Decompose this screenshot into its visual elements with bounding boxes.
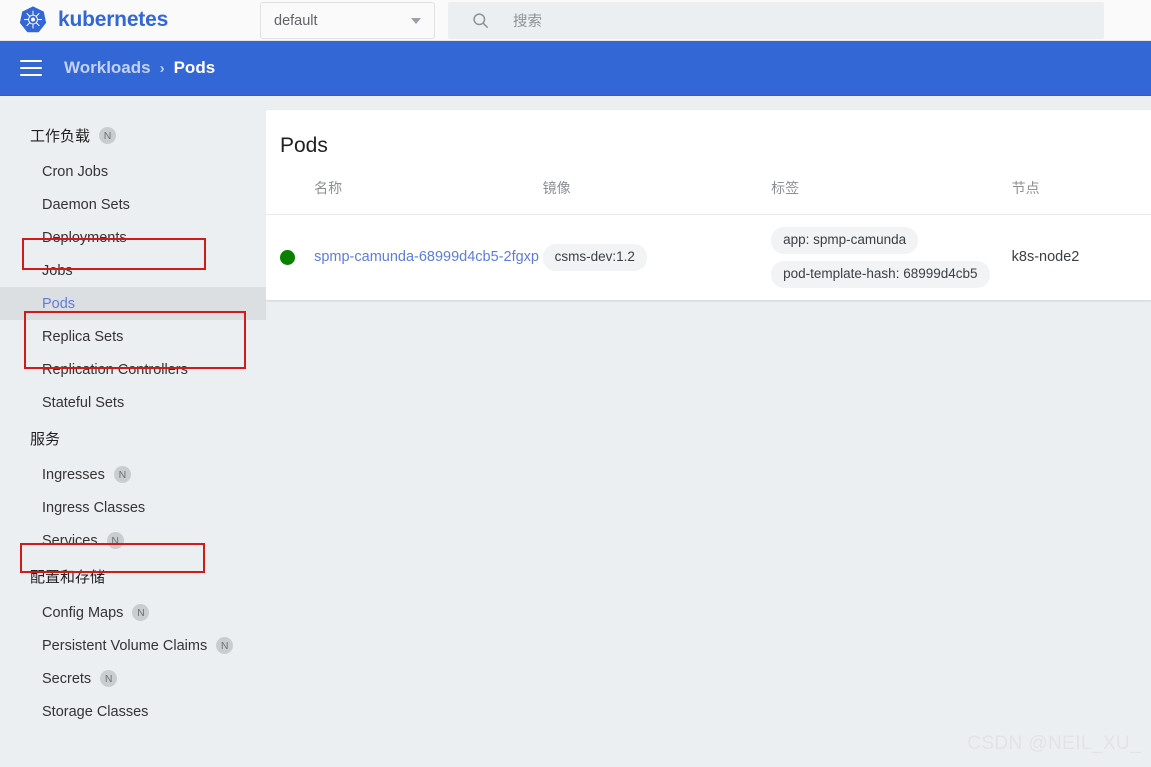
name-cell: spmp-camunda-68999d4cb5-2fgxp	[314, 215, 543, 300]
namespaced-badge: N	[216, 637, 234, 654]
sidebar-item-replication-controllers[interactable]: Replication Controllers	[0, 353, 266, 386]
sidebar-item-label: Pods	[42, 295, 76, 312]
chevron-right-icon: ›	[159, 59, 165, 77]
sidebar-item-ingress-classes[interactable]: Ingress Classes	[0, 491, 266, 524]
pod-name-link[interactable]: spmp-camunda-68999d4cb5-2fgxp	[314, 249, 539, 265]
brand-name: kubernetes	[58, 8, 169, 31]
labels-cell: app: spmp-camunda pod-template-hash: 6899…	[771, 215, 1012, 300]
column-header-name: 名称	[314, 178, 543, 215]
sidebar-item-label: Storage Classes	[42, 703, 149, 720]
nav-group-label: 配置和存储	[30, 569, 106, 586]
search-placeholder: 搜索	[513, 14, 542, 30]
column-header-image: 镜像	[542, 178, 772, 215]
sidebar-item-label: Jobs	[42, 262, 73, 279]
nav-group-label: 服务	[30, 431, 61, 448]
namespaced-badge: N	[106, 532, 124, 549]
pods-table: 名称 镜像 标签 节点 spmp-camunda-68999d4cb5-2fgx…	[266, 178, 1151, 300]
sidebar-item-storage-classes[interactable]: Storage Classes	[0, 695, 266, 728]
sidebar-item-replica-sets[interactable]: Replica Sets	[0, 320, 266, 353]
table-row[interactable]: spmp-camunda-68999d4cb5-2fgxp csms-dev:1.…	[266, 215, 1151, 300]
top-bar: kubernetes default 搜索	[0, 0, 1151, 41]
table-header-row: 名称 镜像 标签 节点	[266, 178, 1151, 215]
namespaced-badge: N	[113, 466, 131, 483]
pods-card: Pods 名称 镜像 标签 节点 spmp-camunda-68999d4cb5…	[266, 110, 1151, 300]
search-icon	[473, 13, 488, 28]
sidebar-item-label: Deployments	[42, 229, 127, 246]
sidebar-item-label: Cron Jobs	[42, 163, 109, 180]
sidebar-item-cron-jobs[interactable]: Cron Jobs	[0, 155, 266, 188]
nav-group-title: 服务	[0, 419, 266, 458]
namespace-value: default	[274, 12, 318, 29]
column-header-labels: 标签	[771, 178, 1012, 215]
sidebar-item-label: Config Maps	[42, 604, 124, 621]
sidebar: 工作负载 N Cron Jobs Daemon Sets Deployments Jobs…	[0, 96, 266, 767]
sidebar-item-label: Persistent Volume Claims	[42, 637, 208, 654]
sidebar-item-label: Replication Controllers	[42, 361, 188, 378]
label-chip: app: spmp-camunda	[771, 227, 919, 254]
nav-group-title: 配置和存储	[0, 557, 266, 596]
sidebar-item-persistent-volume-claims[interactable]: Persistent Volume Claims N	[0, 629, 266, 662]
sidebar-item-label: Ingress Classes	[42, 499, 146, 516]
node-cell: k8s-node2	[1012, 215, 1151, 300]
sidebar-item-label: Secrets	[42, 670, 92, 687]
namespaced-badge: N	[100, 670, 118, 687]
namespaced-badge: N	[132, 604, 150, 621]
nav-group-label: 工作负载	[30, 128, 91, 145]
sidebar-item-services[interactable]: Services N	[0, 524, 266, 557]
main-content: Pods 名称 镜像 标签 节点 spmp-camunda-68999d4cb5…	[266, 96, 1151, 767]
sidebar-item-deployments[interactable]: Deployments	[0, 221, 266, 254]
breadcrumb-parent[interactable]: Workloads	[64, 58, 151, 78]
image-chip: csms-dev:1.2	[542, 243, 647, 271]
nav-group-title: 工作负载 N	[0, 116, 266, 155]
sidebar-item-stateful-sets[interactable]: Stateful Sets	[0, 386, 266, 419]
sidebar-item-secrets[interactable]: Secrets N	[0, 662, 266, 695]
breadcrumb: Workloads › Pods	[64, 58, 215, 78]
sidebar-item-jobs[interactable]: Jobs	[0, 254, 266, 287]
namespace-select[interactable]: default	[260, 2, 435, 39]
label-chip: pod-template-hash: 68999d4cb5	[771, 260, 990, 288]
brand[interactable]: kubernetes	[18, 5, 168, 35]
sidebar-item-label: Replica Sets	[42, 328, 124, 345]
column-header-node: 节点	[1011, 178, 1151, 215]
breadcrumb-bar: Workloads › Pods	[0, 41, 1151, 96]
sidebar-item-config-maps[interactable]: Config Maps N	[0, 596, 266, 629]
node-name: k8s-node2	[1011, 249, 1080, 266]
column-header-status	[266, 178, 315, 215]
chevron-down-icon	[411, 17, 421, 24]
search-input[interactable]: 搜索	[448, 2, 1104, 39]
namespaced-badge: N	[99, 127, 117, 144]
sidebar-item-daemon-sets[interactable]: Daemon Sets	[0, 188, 266, 221]
status-badge	[280, 249, 295, 265]
kubernetes-helm-icon	[19, 6, 47, 33]
hamburger-menu-icon[interactable]	[20, 55, 42, 81]
sidebar-item-label: Daemon Sets	[42, 196, 130, 213]
watermark: CSDN @NEIL_XU_	[967, 733, 1141, 754]
status-cell	[266, 215, 314, 300]
sidebar-item-label: Services	[42, 532, 98, 549]
breadcrumb-current: Pods	[173, 58, 216, 77]
body: 工作负载 N Cron Jobs Daemon Sets Deployments Jobs…	[0, 96, 1151, 767]
sidebar-item-pods[interactable]: Pods	[0, 287, 266, 320]
sidebar-item-label: Stateful Sets	[42, 394, 125, 411]
sidebar-item-label: Ingresses	[42, 466, 105, 483]
page-title: Pods	[280, 134, 328, 157]
image-cell: csms-dev:1.2	[542, 215, 772, 300]
sidebar-item-ingresses[interactable]: Ingresses N	[0, 458, 266, 491]
